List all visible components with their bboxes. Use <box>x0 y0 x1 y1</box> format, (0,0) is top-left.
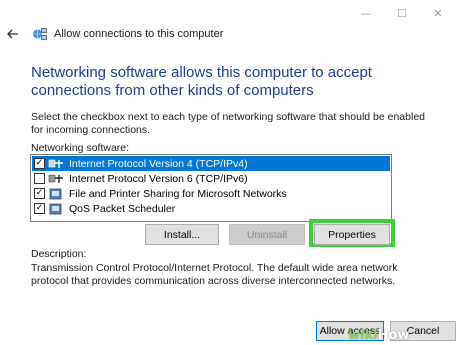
wikihow-watermark: wiki How <box>348 326 409 344</box>
qos-checkbox[interactable]: ✓ <box>34 203 45 214</box>
protocol-icon <box>48 173 64 185</box>
description-label: Description: <box>31 248 87 260</box>
back-arrow-icon <box>7 29 18 39</box>
service-icon <box>48 188 64 200</box>
uninstall-button[interactable]: Uninstall <box>229 224 305 245</box>
protocol-icon <box>48 158 64 170</box>
back-button[interactable] <box>0 21 26 47</box>
instruction-text: Select the checkbox next to each type of… <box>31 111 426 136</box>
list-item-ipv6[interactable]: Internet Protocol Version 6 (TCP/IPv6) <box>32 171 390 186</box>
window-title: Allow connections to this computer <box>54 28 224 40</box>
networking-software-list[interactable]: ✓ Internet Protocol Version 4 (TCP/IPv4)… <box>30 154 392 222</box>
file-printer-sharing-label: File and Printer Sharing for Microsoft N… <box>69 187 287 200</box>
list-item-ipv4[interactable]: ✓ Internet Protocol Version 4 (TCP/IPv4) <box>32 156 390 171</box>
ipv4-checkbox[interactable]: ✓ <box>34 158 45 169</box>
page-heading: Networking software allows this computer… <box>31 64 372 99</box>
list-item-file-printer-sharing[interactable]: ✓ File and Printer Sharing for Microsoft… <box>32 186 390 201</box>
file-printer-sharing-checkbox[interactable]: ✓ <box>34 188 45 199</box>
ipv6-label: Internet Protocol Version 6 (TCP/IPv6) <box>69 172 248 185</box>
install-button[interactable]: Install... <box>145 224 219 245</box>
networking-software-label: Networking software: <box>31 142 130 154</box>
description-text: Transmission Control Protocol/Internet P… <box>31 262 398 287</box>
properties-button[interactable]: Properties <box>314 224 390 245</box>
watermark-part1: wiki <box>348 327 378 343</box>
network-connections-icon <box>32 26 48 42</box>
ipv6-checkbox[interactable] <box>34 173 45 184</box>
service-icon <box>48 203 64 215</box>
qos-label: QoS Packet Scheduler <box>69 202 176 215</box>
ipv4-label: Internet Protocol Version 4 (TCP/IPv4) <box>69 157 248 170</box>
list-item-qos[interactable]: ✓ QoS Packet Scheduler <box>32 201 390 216</box>
watermark-part2: How <box>377 327 410 343</box>
title-bar: Allow connections to this computer <box>0 20 460 48</box>
